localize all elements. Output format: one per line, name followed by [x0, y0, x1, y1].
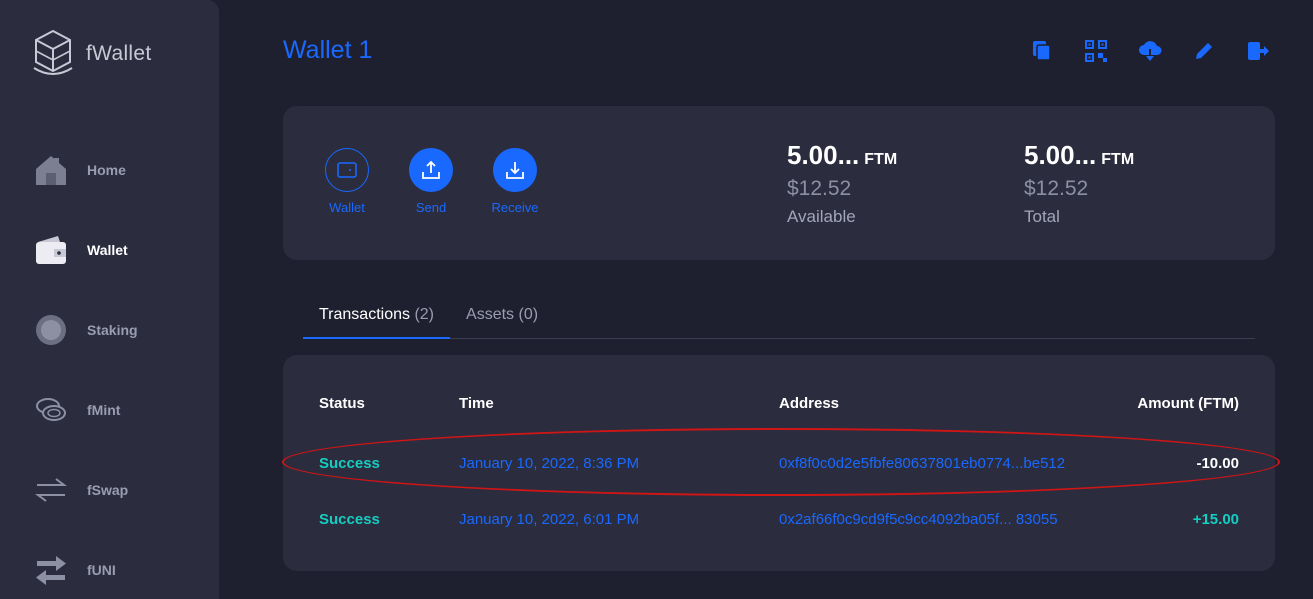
tab-bar: Transactions (2) Assets (0) [303, 296, 1255, 339]
tab-assets[interactable]: Assets (0) [450, 296, 554, 339]
send-button[interactable]: Send [396, 148, 466, 215]
table-header: Status Time Address Amount (FTM) [319, 395, 1239, 415]
cloud-download-icon[interactable] [1138, 38, 1162, 64]
qr-code-icon[interactable] [1084, 38, 1108, 64]
tx-address-link[interactable]: 0xf8f0c0d2e5fbfe80637801eb0774...be512 [779, 455, 1065, 472]
total-amount: 5.00... FTM [1024, 140, 1135, 170]
sidebar-item-label: Staking [87, 322, 138, 338]
sidebar-item-label: Home [87, 162, 126, 178]
sidebar-item-label: Wallet [87, 242, 128, 258]
tx-time: January 10, 2022, 6:01 PM [459, 511, 640, 528]
wallet-icon [325, 148, 369, 192]
wallet-icon [34, 233, 68, 267]
available-amount: 5.00... FTM [787, 140, 898, 170]
logout-icon[interactable] [1246, 38, 1270, 64]
balance-card: Wallet Send Receive 5.00... FTM $12.52 Av… [283, 106, 1275, 260]
action-label: Send [415, 200, 447, 215]
tx-amount: -10.00 [1196, 455, 1239, 472]
wallet-button[interactable]: Wallet [312, 148, 382, 215]
tab-count: (2) [414, 306, 435, 323]
sidebar: fWallet Home Wallet Staking fMint fSwap … [0, 0, 219, 599]
tx-amount: +15.00 [1192, 511, 1239, 528]
available-unit: FTM [864, 151, 898, 168]
available-caption: Available [787, 207, 856, 226]
action-label: Receive [491, 200, 539, 215]
total-unit: FTM [1101, 151, 1135, 168]
tab-transactions[interactable]: Transactions (2) [303, 296, 451, 339]
tx-status: Success [319, 511, 380, 528]
sidebar-item-label: fSwap [87, 482, 129, 498]
action-label: Wallet [329, 200, 365, 215]
table-row[interactable]: Success January 10, 2022, 6:01 PM 0x2af6… [319, 511, 1239, 531]
app-logo[interactable]: fWallet [30, 28, 152, 80]
total-usd: $12.52 [1024, 177, 1089, 200]
tx-time: January 10, 2022, 8:36 PM [459, 455, 640, 472]
coins-icon [34, 393, 68, 427]
sidebar-item-staking[interactable]: Staking [34, 313, 138, 347]
column-header-amount: Amount (FTM) [1137, 395, 1239, 412]
page-title: Wallet 1 [283, 36, 373, 64]
home-icon [34, 153, 68, 187]
column-header-time: Time [459, 395, 494, 412]
wallet-toolbar [1030, 38, 1270, 64]
download-icon [493, 148, 537, 192]
app-name: fWallet [86, 42, 152, 65]
receive-button[interactable]: Receive [480, 148, 550, 215]
available-usd: $12.52 [787, 177, 852, 200]
upload-icon [409, 148, 453, 192]
column-header-address: Address [779, 395, 840, 412]
sidebar-item-fswap[interactable]: fSwap [34, 473, 128, 507]
tx-address-link[interactable]: 0x2af66f0c9cd9f5c9cc4092ba05f... 83055 [779, 511, 1058, 528]
sidebar-item-label: fUNI [87, 562, 116, 578]
sidebar-item-label: fMint [87, 402, 121, 418]
tx-status: Success [319, 455, 380, 472]
swap-icon [34, 473, 68, 507]
transactions-table: Status Time Address Amount (FTM) Success… [283, 355, 1275, 571]
copy-icon[interactable] [1030, 38, 1054, 64]
sidebar-item-fmint[interactable]: fMint [34, 393, 120, 427]
sidebar-item-wallet[interactable]: Wallet [34, 233, 128, 267]
available-balance: 5.00... FTM $12.52 Available [787, 140, 897, 227]
total-balance: 5.00... FTM $12.52 Total [1024, 140, 1134, 227]
staking-icon [34, 313, 68, 347]
sidebar-item-home[interactable]: Home [34, 153, 126, 187]
edit-icon[interactable] [1192, 38, 1216, 64]
tab-count: (0) [518, 306, 539, 323]
exchange-icon [34, 553, 68, 587]
table-row[interactable]: Success January 10, 2022, 8:36 PM 0xf8f0… [319, 455, 1239, 475]
total-caption: Total [1024, 207, 1060, 226]
sidebar-item-funi[interactable]: fUNI [34, 553, 116, 587]
column-header-status: Status [319, 395, 365, 412]
fantom-logo-icon [33, 29, 73, 75]
